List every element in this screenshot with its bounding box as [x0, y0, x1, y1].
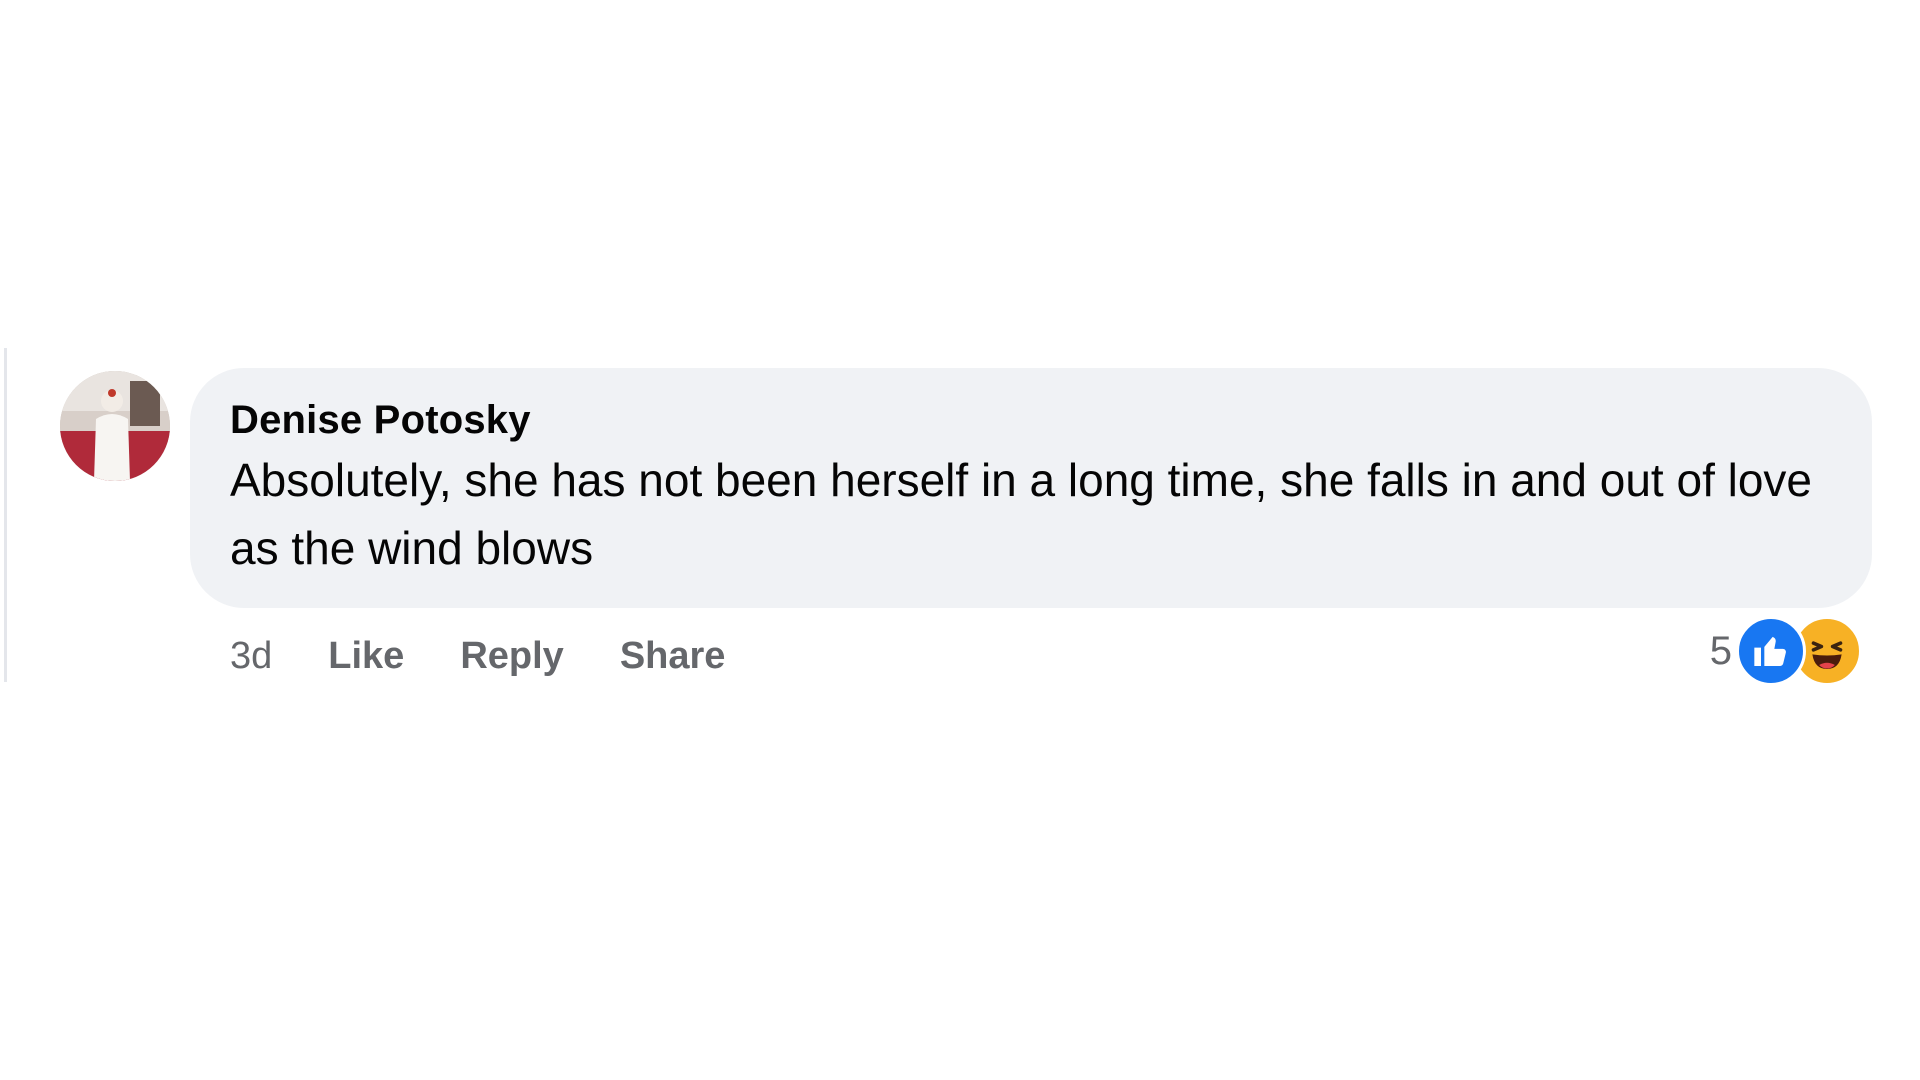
like-reaction-icon: [1736, 616, 1806, 686]
avatar[interactable]: [60, 371, 170, 481]
profile-photo-icon: [60, 371, 170, 481]
laughing-face-icon: [1811, 641, 1843, 669]
comment: Denise Potosky Absolutely, she has not b…: [60, 368, 1872, 688]
comment-bubble: Denise Potosky Absolutely, she has not b…: [190, 368, 1872, 608]
comment-text: Absolutely, she has not been herself in …: [230, 454, 1813, 574]
thread-line: [4, 348, 7, 682]
reply-button[interactable]: Reply: [460, 635, 563, 678]
comment-timestamp[interactable]: 3d: [230, 635, 272, 678]
reactions-summary[interactable]: 5: [1710, 614, 1862, 688]
like-button[interactable]: Like: [328, 635, 404, 678]
share-button[interactable]: Share: [620, 635, 726, 678]
comment-actions: 3d Like Reply Share: [230, 626, 781, 686]
comment-author[interactable]: Denise Potosky: [230, 396, 1832, 444]
thumbs-up-icon: [1754, 636, 1786, 666]
reaction-count: 5: [1709, 628, 1732, 673]
